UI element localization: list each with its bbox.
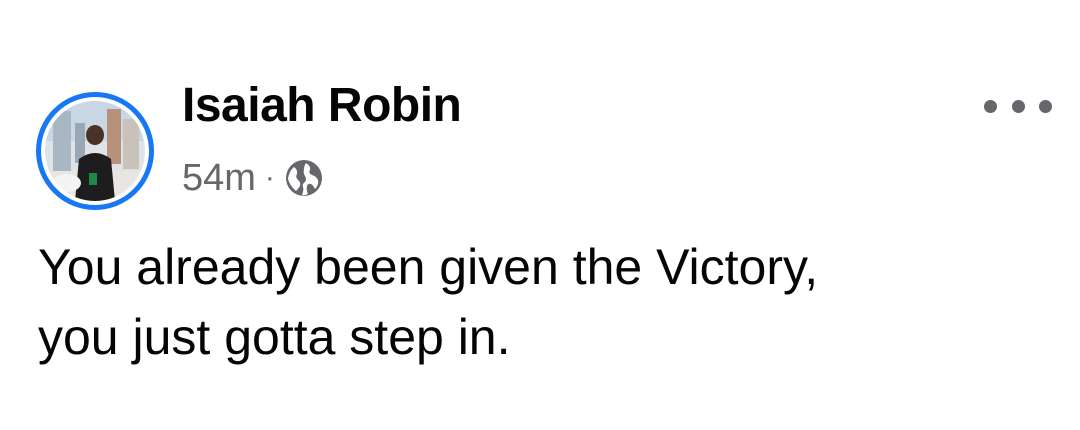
more-options-icon [1039, 99, 1052, 113]
more-options-icon [984, 99, 997, 113]
more-options-icon [1011, 99, 1025, 113]
meta-separator: · [264, 161, 275, 194]
post-timestamp[interactable]: 54m [182, 157, 256, 200]
post-meta: 54m · [182, 152, 324, 204]
post-text-line: you just gotta step in. [38, 309, 511, 365]
post-text: You already been given the Victory, you … [38, 232, 1048, 372]
globe-icon[interactable] [284, 158, 324, 198]
avatar-story-ring[interactable] [36, 92, 154, 210]
more-options-button[interactable] [984, 92, 1052, 120]
avatar[interactable] [45, 101, 145, 201]
avatar-photo [45, 101, 145, 201]
facebook-post: Isaiah Robin 54m · You already been give… [0, 0, 1080, 430]
post-text-line: You already been given the Victory, [38, 239, 819, 295]
author-name[interactable]: Isaiah Robin [182, 76, 462, 136]
